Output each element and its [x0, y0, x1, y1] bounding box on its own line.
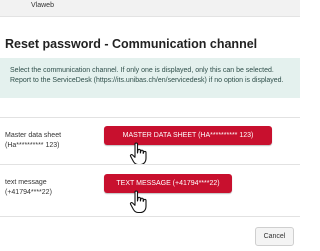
divider — [0, 216, 300, 217]
channel-label-line2: (+41794****22) — [5, 189, 52, 196]
hand-pointer-icon — [129, 190, 147, 214]
channel-label-line1: Master data sheet — [5, 132, 62, 139]
divider — [0, 164, 300, 165]
hand-pointer-icon — [129, 142, 147, 166]
divider — [0, 117, 300, 118]
page-title: Reset password - Communication channel — [5, 37, 258, 51]
top-bar: Vlaweb — [0, 0, 300, 17]
info-box: Select the communication channel. If onl… — [0, 58, 300, 98]
channel-label-line1: text message — [5, 179, 47, 186]
cancel-button[interactable]: Cancel — [255, 227, 294, 246]
channel-label-line2: (Ha********** 123) — [5, 142, 60, 149]
info-message: Select the communication channel. If onl… — [10, 67, 284, 84]
text-message-button[interactable]: TEXT MESSAGE (+41794****22) — [104, 174, 232, 193]
brand-name: Vlaweb — [31, 2, 54, 9]
channel-label-text-message: text message (+41794****22) — [5, 178, 52, 198]
channel-label-master-data: Master data sheet (Ha********** 123) — [5, 131, 61, 151]
